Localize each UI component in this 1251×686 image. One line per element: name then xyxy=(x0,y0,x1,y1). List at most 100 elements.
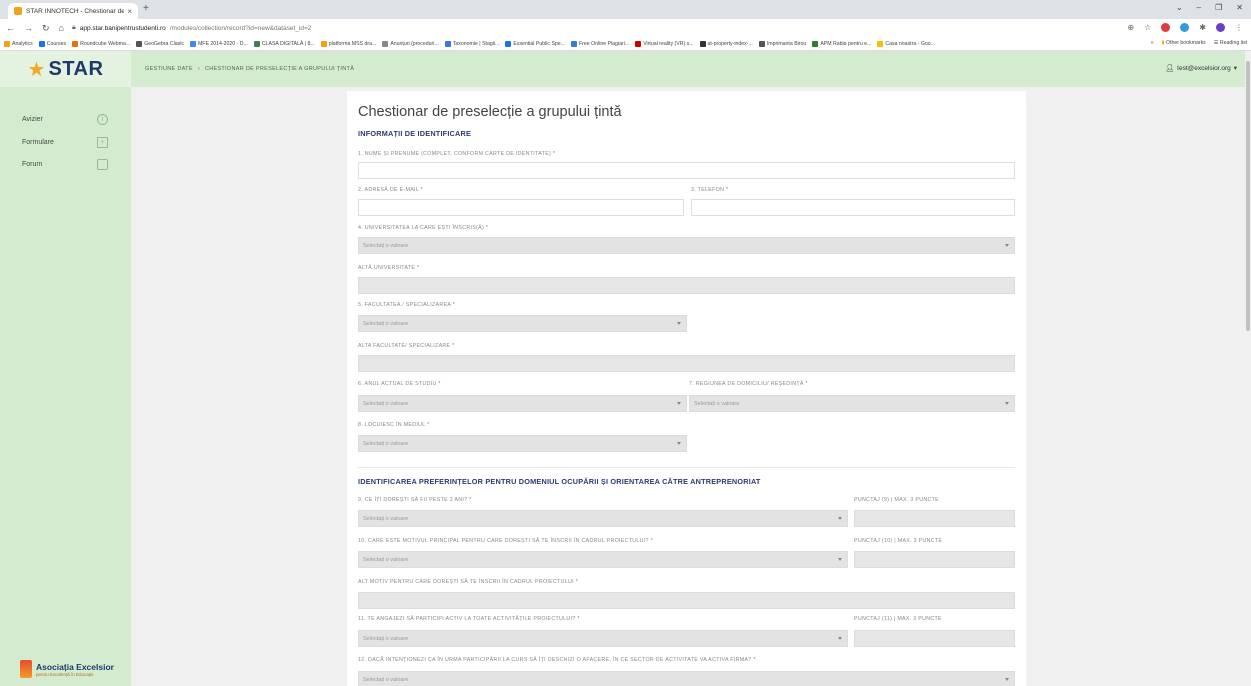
bookmark-item[interactable]: Casa noastra - Goo... xyxy=(877,40,935,47)
opera-extension-icon[interactable] xyxy=(1161,23,1171,32)
url-field[interactable]: 🔒︎ app.star.banipentrustudenti.ro/module… xyxy=(72,24,311,32)
breadcrumb-item-gestiune[interactable]: GESTIUNE DATE xyxy=(145,66,193,72)
reload-icon[interactable]: ↻ xyxy=(42,23,50,34)
alta-facultate-input[interactable] xyxy=(358,355,1015,372)
punctaj-10-field xyxy=(854,551,1015,568)
star-favicon-icon xyxy=(14,7,22,15)
profile-avatar-icon[interactable] xyxy=(1216,23,1225,32)
punctaj-11-field xyxy=(854,630,1015,647)
label-q11: 11. TE ANGAJEZI SĂ PARTICIPI ACTIV LA TO… xyxy=(358,616,580,622)
restore-icon[interactable]: ❐ xyxy=(1215,3,1222,12)
chat-bubble-icon xyxy=(97,159,108,170)
bookmark-item[interactable]: Analytics xyxy=(4,40,33,47)
menu-kebab-icon[interactable]: ⋮ xyxy=(1235,23,1243,32)
extensions-puzzle-icon[interactable]: ✱ xyxy=(1199,23,1206,32)
bookmark-favicon-icon xyxy=(635,40,642,47)
alt-motiv-input[interactable] xyxy=(358,592,1015,609)
bookmark-item[interactable]: platforma MSS dra... xyxy=(320,40,376,47)
bookmark-label: MFE 2014-2020 - D... xyxy=(197,40,248,47)
page-scrollbar[interactable] xyxy=(1245,51,1251,686)
label-q10: 10. CARE ESTE MOTIVUL PRINCIPAL PENTRU C… xyxy=(358,538,653,544)
label-universitate: 4. UNIVERSITATEA LA CARE EȘTI ÎNSCRIS(Ă)… xyxy=(358,225,489,231)
nume-prenume-input[interactable] xyxy=(358,162,1015,179)
alta-universitate-input[interactable] xyxy=(358,277,1015,294)
scrollbar-thumb[interactable] xyxy=(1246,61,1250,331)
bookmark-favicon-icon xyxy=(320,40,327,47)
other-bookmarks-folder[interactable]: ▮ Other bookmarks xyxy=(1162,40,1206,46)
sidebar-item-forum[interactable]: Forum xyxy=(0,154,131,174)
q11-select[interactable]: Selectați o valoare xyxy=(358,630,848,647)
form-card: Chestionar de preselecție a grupului țin… xyxy=(347,91,1026,686)
plus-square-icon: + xyxy=(97,137,108,148)
bookmark-favicon-icon xyxy=(382,40,389,47)
label-an-studiu: 6. ANUL ACTUAL DE STUDIU * xyxy=(358,381,441,387)
bookmark-star-icon[interactable]: ☆ xyxy=(1144,23,1151,32)
browser-tab[interactable]: STAR INNOTECH - Chestionar de × xyxy=(8,3,138,19)
label-alta-universitate: ALTĂ UNIVERSITATE * xyxy=(358,265,420,271)
bookmark-item[interactable]: Courses xyxy=(38,40,66,47)
tab-search-icon[interactable]: ⌄ xyxy=(1176,3,1183,12)
an-studiu-select[interactable]: Selectați o valoare xyxy=(358,395,687,412)
label-nume: 1. NUME ȘI PRENUME (COMPLET, CONFORM CAR… xyxy=(358,151,556,157)
folder-icon: ▮ xyxy=(1161,40,1165,46)
bookmark-favicon-icon xyxy=(136,40,143,47)
telefon-input[interactable] xyxy=(691,199,1015,216)
tab-title: STAR INNOTECH - Chestionar de xyxy=(26,7,125,15)
label-q9: 9. CE ÎȚI DOREȘTI SĂ FII PESTE 2 ANI? * xyxy=(358,497,472,503)
forward-icon[interactable]: → xyxy=(24,23,33,34)
bookmark-item[interactable]: APM Rabla pentru e... xyxy=(812,40,872,47)
label-q12: 12. DACĂ INTENȚIONEZI CA ÎN URMA PARTICI… xyxy=(358,657,756,663)
bookmark-favicon-icon xyxy=(571,40,578,47)
new-tab-button[interactable]: + xyxy=(143,3,149,14)
bookmark-item[interactable]: MFE 2014-2020 - D... xyxy=(189,40,248,47)
bookmark-item[interactable]: Imprimanta Birou xyxy=(758,40,807,47)
q9-select[interactable]: Selectați o valoare xyxy=(358,510,848,527)
bookmark-item[interactable]: CLASA DIGITALĂ | 8... xyxy=(253,40,315,47)
user-menu[interactable]: 👤︎ test@excelsior.org ▾ xyxy=(1165,64,1237,73)
sidebar-item-formulare[interactable]: Formulare + xyxy=(0,132,131,152)
sidebar-item-label: Formulare xyxy=(22,138,54,146)
bookmark-label: CLASA DIGITALĂ | 8... xyxy=(261,40,315,47)
q10-select[interactable]: Selectați o valoare xyxy=(358,551,848,568)
tab-close-icon[interactable]: × xyxy=(127,7,132,16)
section-title-preferinte: IDENTIFICAREA PREFERINȚELOR PENTRU DOMEN… xyxy=(358,477,761,486)
star-logo[interactable]: ★ STAR xyxy=(0,51,131,87)
extension-icon[interactable] xyxy=(1180,23,1190,32)
reading-list-button[interactable]: ☰ Reading list xyxy=(1214,40,1247,46)
bookmark-item[interactable]: at-property-index-... xyxy=(699,40,753,47)
home-icon[interactable]: ⌂ xyxy=(59,23,64,34)
universitate-select[interactable]: Selectați o valoare xyxy=(358,237,1015,254)
bookmark-item[interactable]: Free Online Plagiari... xyxy=(571,40,629,47)
bookmarks-more-icon[interactable]: » xyxy=(1151,40,1154,46)
email-input[interactable] xyxy=(358,199,684,216)
facultate-select[interactable]: Selectați o valoare xyxy=(358,315,687,332)
bookmark-label: Analytics xyxy=(12,40,33,47)
excelsior-logo: Asociația Excelsior pentru Excelență în … xyxy=(20,660,114,678)
bookmark-favicon-icon xyxy=(4,40,10,47)
bookmark-item[interactable]: Virtual reality (VR) s... xyxy=(635,40,694,47)
install-app-icon[interactable]: ⊕ xyxy=(1127,23,1134,32)
back-icon[interactable]: ← xyxy=(6,23,15,34)
breadcrumb-separator: › xyxy=(197,66,200,72)
regiune-select[interactable]: Selectați o valoare xyxy=(689,395,1015,412)
q12-select[interactable]: Selectați o valoare xyxy=(358,671,1015,686)
bookmark-favicon-icon xyxy=(38,40,45,47)
browser-tab-bar: STAR INNOTECH - Chestionar de × + ⌄ – ❐ … xyxy=(0,0,1251,19)
bookmark-item[interactable]: Roundcube Webma... xyxy=(72,40,130,47)
bookmark-item[interactable]: Essential Public Spe... xyxy=(505,40,565,47)
app-header: ★ STAR GESTIUNE DATE › CHESTIONAR DE PRESE… xyxy=(0,51,1251,87)
window-close-icon[interactable]: ✕ xyxy=(1236,3,1243,12)
bookmark-label: Imprimanta Birou xyxy=(766,40,807,47)
footer-title: Asociația Excelsior xyxy=(36,661,114,672)
bookmark-item[interactable]: GeoGebra Clasic xyxy=(136,40,184,47)
footer-subtitle: pentru Excelență în Educație xyxy=(36,671,94,677)
bookmark-label: APM Rabla pentru e... xyxy=(820,40,872,47)
mediu-select[interactable]: Selectați o valoare xyxy=(358,435,687,452)
bookmark-item[interactable]: Taxonomie | Stagii... xyxy=(444,40,499,47)
bookmark-favicon-icon xyxy=(758,40,765,47)
sidebar: Avizier i Formulare + Forum Asociația Ex… xyxy=(0,87,131,686)
sidebar-item-avizier[interactable]: Avizier i xyxy=(0,109,131,129)
bookmark-item[interactable]: Anunțuri (proceduri... xyxy=(382,40,439,47)
extensions-area: ⊕ ☆ ✱ ⋮ xyxy=(1127,23,1243,32)
minimize-icon[interactable]: – xyxy=(1197,3,1201,12)
